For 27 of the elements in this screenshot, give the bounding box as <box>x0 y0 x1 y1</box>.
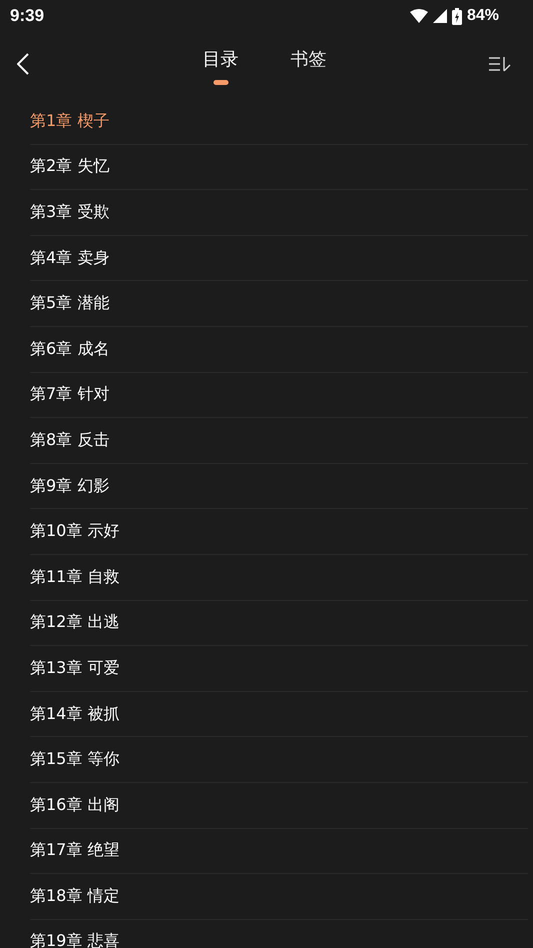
battery-icon <box>452 8 462 24</box>
signal-icon <box>432 9 447 23</box>
chapter-item[interactable]: 第11章 自救 <box>30 554 528 601</box>
chapter-item[interactable]: 第9章 幻影 <box>30 464 528 510</box>
chapter-item[interactable]: 第5章 潜能 <box>30 281 528 327</box>
wifi-icon <box>410 9 428 23</box>
back-icon[interactable] <box>17 53 29 75</box>
tab[interactable]: 书签 <box>290 42 326 84</box>
status-time: 9:39 <box>10 6 44 26</box>
chapter-item[interactable]: 第16章 出阁 <box>30 782 528 828</box>
battery-level: 84% <box>466 7 499 25</box>
chapter-item[interactable]: 第10章 示好 <box>30 509 528 555</box>
chapter-item[interactable]: 第3章 受欺 <box>30 190 528 236</box>
chapter-item[interactable]: 第13章 可爱 <box>30 646 528 692</box>
chapter-item[interactable]: 第7章 针对 <box>30 372 528 418</box>
chapter-item[interactable]: 第2章 失忆 <box>30 144 528 190</box>
chapter-item[interactable]: 第1章 楔子 <box>30 99 528 145</box>
chapter-item[interactable]: 第4章 卖身 <box>30 236 528 282</box>
chapter-item[interactable]: 第8章 反击 <box>30 418 528 464</box>
chapter-item[interactable]: 第12章 出逃 <box>30 600 528 646</box>
sort-icon[interactable] <box>489 56 511 72</box>
chapter-item[interactable]: 第18章 情定 <box>30 874 528 920</box>
tab[interactable]: 目录 <box>202 42 238 84</box>
chapter-item[interactable]: 第17章 绝望 <box>30 828 528 874</box>
chapter-item[interactable]: 第15章 等你 <box>30 737 528 783</box>
chapter-item[interactable]: 第6章 成名 <box>30 326 528 373</box>
chapter-item[interactable]: 第14章 被抓 <box>30 692 528 738</box>
